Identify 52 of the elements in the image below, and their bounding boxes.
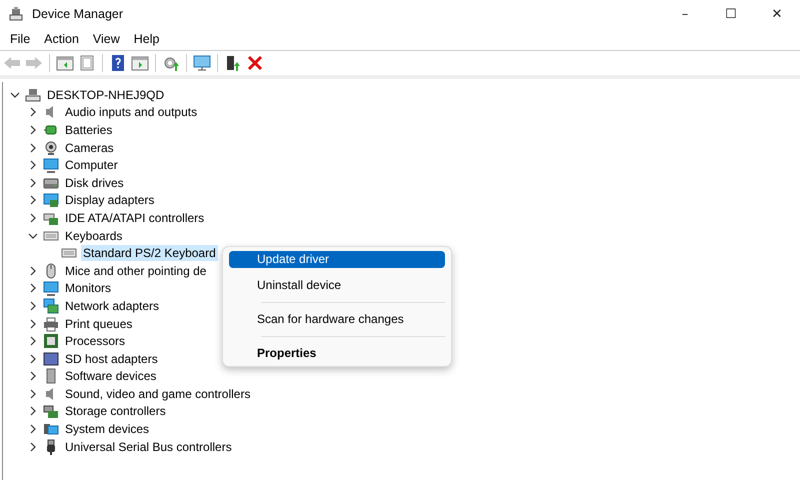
storage-icon bbox=[43, 403, 59, 420]
tree-item[interactable]: DESKTOP-NHEJ9QD bbox=[45, 86, 166, 103]
tree-item[interactable]: SD host adapters bbox=[63, 350, 160, 367]
printer-icon bbox=[43, 316, 59, 332]
menu-item[interactable]: Action bbox=[37, 32, 86, 46]
computer-icon bbox=[25, 86, 41, 103]
monitor-icon bbox=[43, 157, 59, 174]
camera-icon bbox=[43, 140, 59, 156]
tree-item[interactable]: Keyboards bbox=[63, 228, 124, 244]
window-title: Device Manager bbox=[32, 7, 124, 21]
menu-item[interactable]: File bbox=[3, 32, 38, 46]
card-icon bbox=[43, 350, 59, 367]
tree-item[interactable]: Computer bbox=[63, 157, 120, 174]
tree-item[interactable]: Software devices bbox=[63, 368, 158, 384]
tree-item[interactable]: Processors bbox=[63, 333, 128, 350]
menu-item[interactable]: Scan for hardware changes bbox=[229, 311, 445, 328]
menu-item[interactable]: Properties bbox=[229, 345, 445, 362]
menu-item[interactable]: Uninstall device bbox=[229, 277, 445, 294]
chip-icon bbox=[43, 333, 59, 350]
tree-item[interactable]: Disk drives bbox=[63, 174, 126, 191]
panel-icon[interactable] bbox=[56, 54, 74, 72]
help-icon[interactable] bbox=[109, 54, 127, 72]
update-driver-icon[interactable] bbox=[224, 54, 242, 72]
tree-item[interactable]: Storage controllers bbox=[63, 403, 168, 420]
tree-item[interactable]: Mice and other pointing de bbox=[63, 262, 208, 279]
tree-item[interactable]: Sound, video and game controllers bbox=[63, 386, 252, 402]
system-icon bbox=[43, 421, 59, 438]
network-icon bbox=[43, 298, 59, 314]
page-icon[interactable] bbox=[78, 54, 96, 72]
tree-item[interactable]: System devices bbox=[63, 421, 152, 438]
menu-item[interactable]: Help bbox=[126, 32, 166, 46]
menu-item[interactable]: Update driver bbox=[229, 251, 445, 268]
tree-item[interactable]: Print queues bbox=[63, 316, 134, 332]
tree-item[interactable]: Audio inputs and outputs bbox=[63, 104, 200, 120]
maximize-button[interactable]: ☐ bbox=[708, 0, 754, 28]
tree-item[interactable]: Network adapters bbox=[63, 298, 162, 314]
tree-item[interactable]: Universal Serial Bus controllers bbox=[63, 438, 234, 455]
menu-item[interactable]: View bbox=[86, 32, 127, 46]
monitor-icon[interactable] bbox=[193, 54, 211, 72]
tree-item[interactable]: Batteries bbox=[63, 122, 114, 138]
tree-item[interactable]: Standard PS/2 Keyboard bbox=[81, 245, 218, 262]
tree-item[interactable]: IDE ATA/ATAPI controllers bbox=[63, 210, 206, 226]
tree-item[interactable]: Monitors bbox=[63, 280, 114, 296]
tree-item[interactable]: Display adapters bbox=[63, 192, 156, 208]
monitor-icon bbox=[43, 280, 59, 296]
panel-icon[interactable] bbox=[131, 54, 149, 72]
minimize-button[interactable]: – bbox=[662, 0, 708, 28]
computer-icon bbox=[8, 6, 24, 22]
close-button[interactable]: ✕ bbox=[754, 0, 800, 28]
tree-item[interactable]: Cameras bbox=[63, 140, 116, 156]
display-adapter-icon bbox=[43, 192, 59, 208]
uninstall-icon[interactable] bbox=[246, 54, 264, 72]
